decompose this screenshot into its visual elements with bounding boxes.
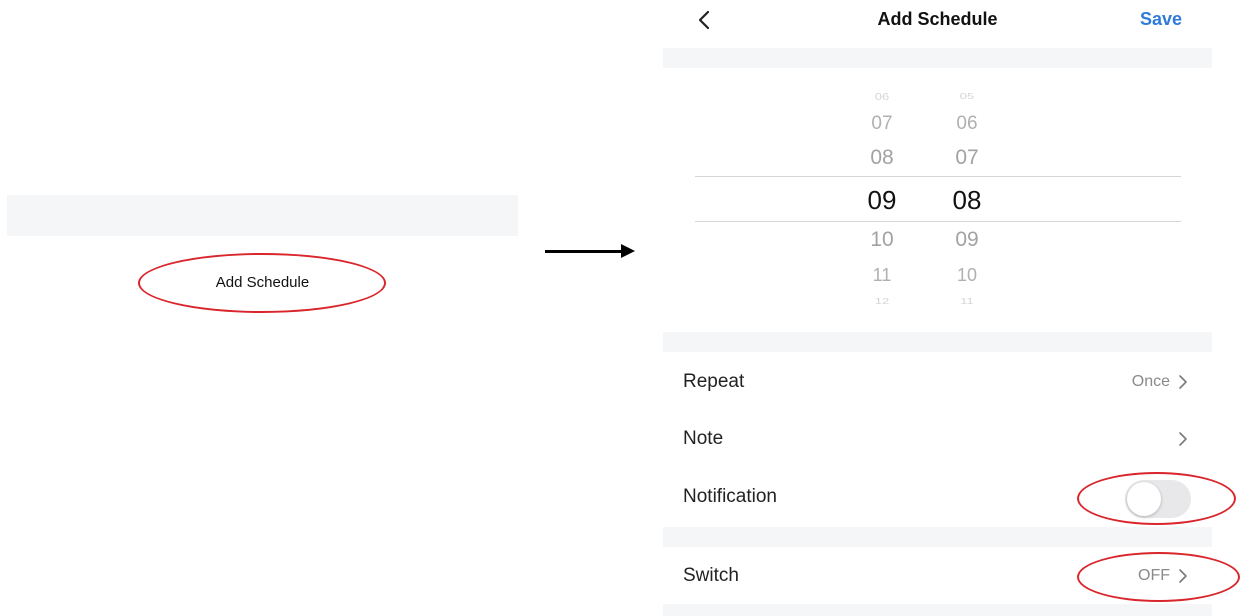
switch-label: Switch: [683, 565, 739, 586]
section-divider-switch: [663, 527, 1212, 547]
minute-option: 10: [956, 265, 978, 285]
hour-selected: 09: [867, 185, 897, 215]
note-label: Note: [683, 428, 724, 449]
repeat-value: Once: [1131, 373, 1170, 390]
minute-option: 11: [960, 297, 974, 306]
transition-arrow-head: [621, 244, 635, 258]
save-button[interactable]: Save: [1140, 9, 1182, 30]
highlight-oval-notification: [1077, 472, 1236, 525]
hour-option: 11: [872, 265, 892, 285]
repeat-row[interactable]: Repeat Once: [663, 354, 1212, 410]
repeat-label: Repeat: [683, 371, 745, 392]
highlight-oval-switch: [1077, 552, 1240, 602]
list-section-divider: [7, 195, 518, 236]
hour-option: 12: [874, 297, 890, 306]
transition-arrow-line: [545, 250, 623, 253]
hour-option: 06: [874, 90, 890, 103]
hour-option: 10: [870, 228, 894, 251]
minute-option: 05: [959, 92, 975, 101]
section-divider-bottom: [663, 604, 1212, 616]
hour-option: 08: [870, 146, 894, 169]
highlight-oval-add-schedule: [138, 253, 386, 313]
minute-selected: 08: [952, 185, 982, 215]
minute-option: 06: [956, 113, 978, 134]
minute-option: 07: [955, 146, 979, 169]
chevron-right-icon: [1179, 432, 1187, 446]
section-divider-picker: [663, 332, 1212, 352]
minute-option: 09: [955, 228, 979, 251]
notification-label: Notification: [683, 486, 777, 507]
hour-option: 07: [871, 113, 893, 134]
chevron-right-icon: [1179, 375, 1187, 389]
note-row[interactable]: Note: [663, 411, 1212, 467]
